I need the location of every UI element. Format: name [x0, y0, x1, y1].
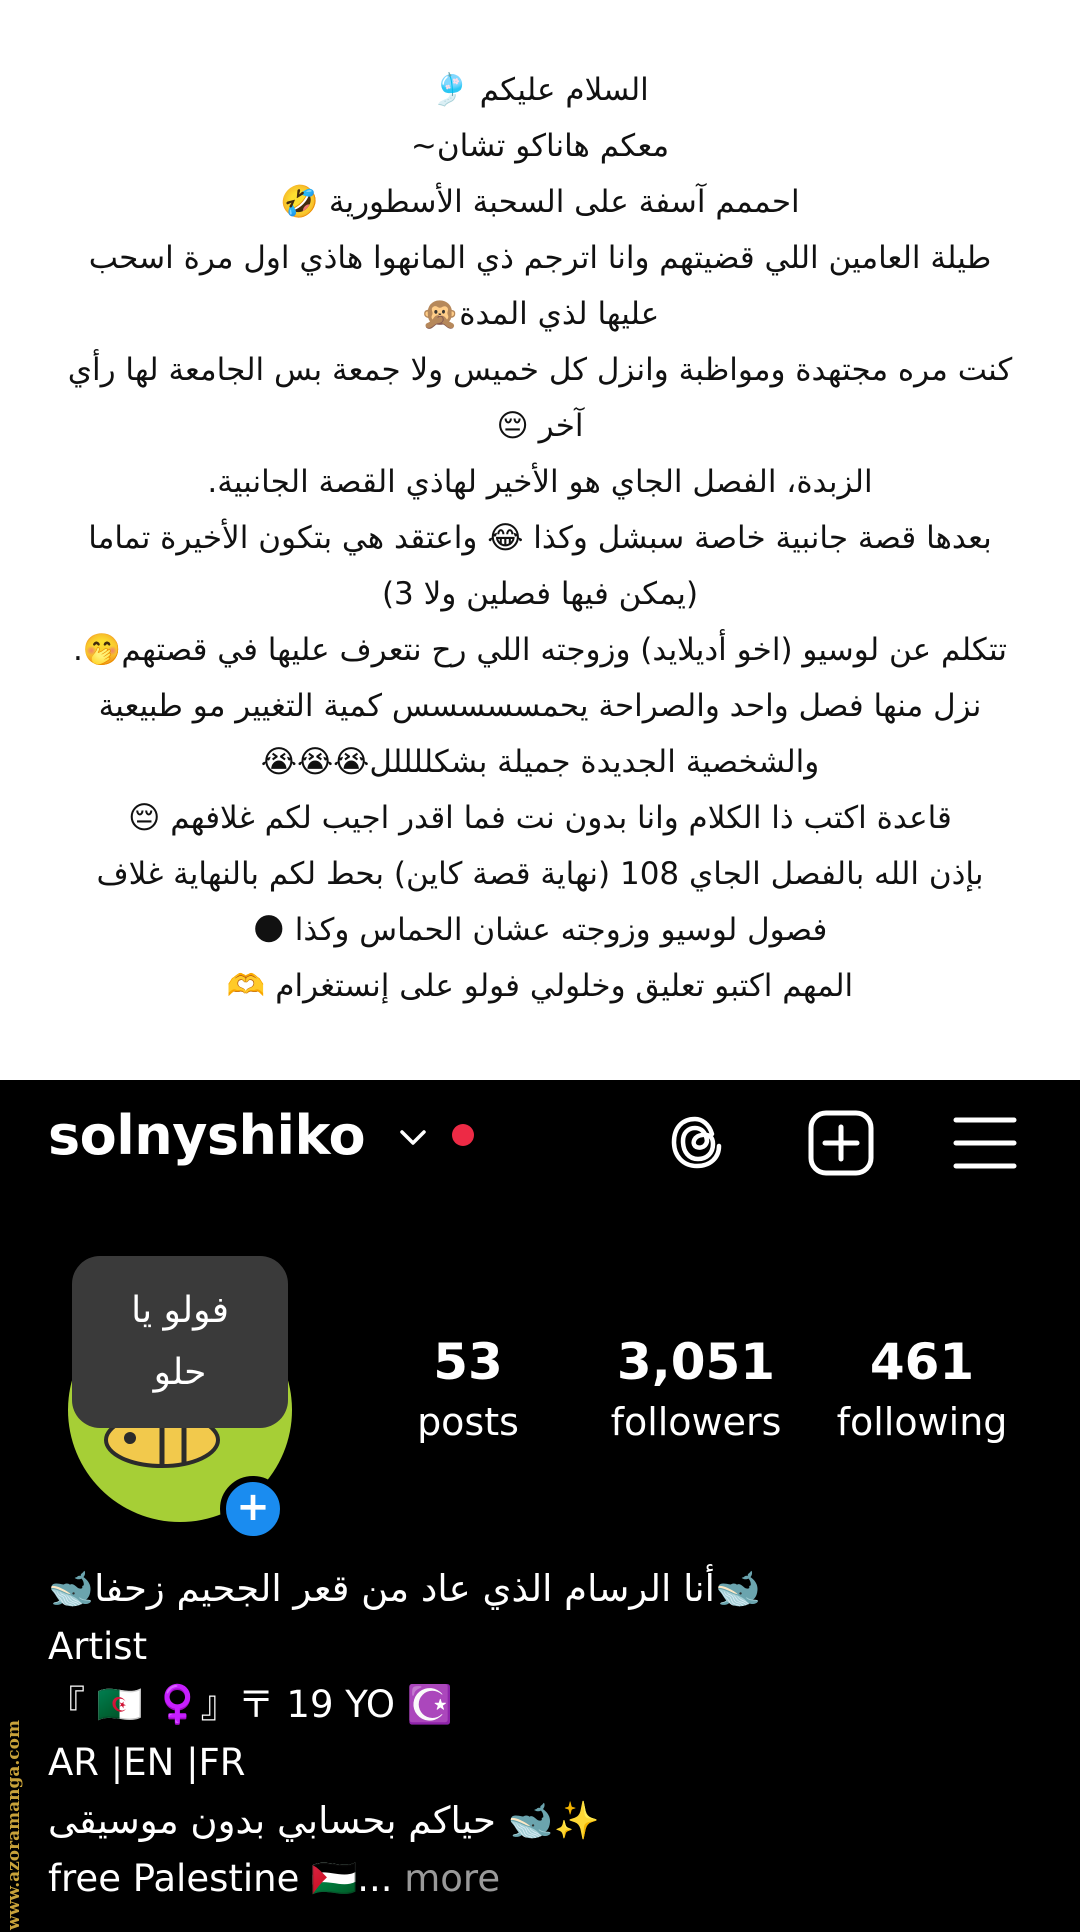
note-line: بإذن الله بالفصل الجاي 108 (نهاية قصة كا… — [96, 856, 984, 892]
note-line: بعدها قصة جانبية خاصة سبشل وكذا 😂 واعتقد… — [88, 520, 992, 556]
profile-bio: 🐋أنا الرسام الذي عاد من قعر الجحيم زحفا🐋… — [48, 1560, 1048, 1908]
note-line: والشخصية الجديدة جميلة بشكللللل😭😭😭 — [260, 744, 820, 780]
note-line: احممم آسفة على السحبة الأسطورية 🤣 — [280, 184, 800, 220]
note-line: نزل منها فصل واحد والصراحة يحمسسسسس كمية… — [98, 688, 982, 724]
note-line: معكم هاناكو تشان~ — [410, 128, 670, 164]
threads-icon[interactable] — [662, 1108, 732, 1178]
plus-icon: + — [236, 1484, 270, 1530]
profile-header-bar: solnyshiko — [0, 1080, 1080, 1190]
note-line: السلام عليكم 🎐 — [431, 72, 649, 108]
profile-category: Artist — [48, 1625, 148, 1668]
profile-display-name: 🐋أنا الرسام الذي عاد من قعر الجحيم زحفا🐋 — [48, 1567, 762, 1610]
bio-line-last: free Palestine 🇵🇸... more — [48, 1850, 1048, 1908]
followers-count: 3,051 — [616, 1333, 776, 1391]
bio-line: ✨🐋 حياكم بحسابي بدون موسيقى — [48, 1799, 600, 1842]
add-story-button[interactable]: + — [220, 1476, 286, 1542]
following-count: 461 — [869, 1333, 975, 1391]
bio-text: free Palestine 🇵🇸... — [48, 1857, 393, 1900]
note-line: آخر 😔 — [496, 408, 584, 444]
more-link[interactable]: more — [392, 1857, 500, 1900]
bio-line: AR |EN |FR — [48, 1741, 246, 1784]
followers-stat[interactable]: 3,051 followers — [600, 1330, 792, 1450]
note-line: تتكلم عن لوسيو (اخو أديلايد) وزوجته اللي… — [72, 632, 1007, 668]
note-line: (يمكن فيها فصلين ولا 3) — [381, 576, 699, 612]
hamburger-menu-icon[interactable] — [950, 1108, 1020, 1178]
posts-stat[interactable]: 53 posts — [390, 1330, 546, 1450]
following-stat[interactable]: 461 following — [832, 1330, 1012, 1450]
note-line: عليها لذي المدة🙊 — [420, 296, 660, 332]
note-line: طيلة العامين اللي قضيتهم وانا اترجم ذي ا… — [88, 240, 992, 276]
chevron-down-icon[interactable] — [396, 1122, 430, 1152]
note-bubble-line: فولو يا — [131, 1290, 229, 1331]
note-line: قاعدة اكتب ذا الكلام وانا بدون نت فما اق… — [128, 800, 952, 836]
create-post-icon[interactable] — [806, 1108, 876, 1178]
followers-label: followers — [610, 1400, 782, 1444]
profile-note-bubble[interactable]: فولو يا حلو — [72, 1256, 288, 1428]
note-line: فصول لوسيو وزوجته عشان الحماس وكذا 🌑 — [252, 912, 828, 948]
bio-line: 『 🇩🇿 ♀️』〒 19 YO ☪️ — [48, 1683, 453, 1726]
note-line: الزبدة، الفصل الجاي هو الأخير لهاذي القص… — [207, 464, 873, 500]
note-line: كنت مره مجتهدة ومواظبة وانزل كل خميس ولا… — [67, 352, 1013, 388]
note-bubble-line: حلو — [153, 1352, 207, 1393]
posts-count: 53 — [433, 1333, 503, 1391]
profile-username[interactable]: solnyshiko — [48, 1104, 366, 1168]
notification-dot-icon — [452, 1124, 474, 1146]
site-watermark: www.azoramanga.com — [4, 1720, 24, 1930]
posts-label: posts — [417, 1400, 519, 1444]
following-label: following — [836, 1400, 1008, 1444]
instagram-profile: solnyshiko + فولو يا حلو 53 posts 3,051 … — [0, 1080, 1080, 1932]
note-line: المهم اكتبو تعليق وخلولي فولو على إنستغر… — [226, 968, 854, 1004]
translator-note: السلام عليكم 🎐 معكم هاناكو تشان~ احممم آ… — [0, 0, 1080, 1080]
